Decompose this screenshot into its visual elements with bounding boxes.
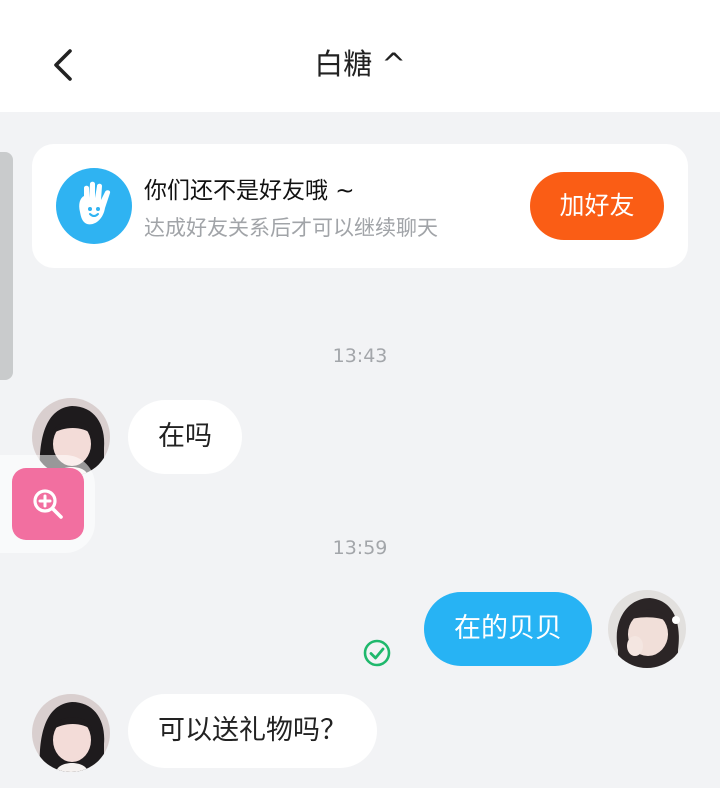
chat-title[interactable]: 白糖 ^ [0,44,720,84]
my-avatar[interactable] [608,590,686,668]
zoom-button[interactable] [12,468,84,540]
read-check-icon [363,639,391,667]
zoom-in-icon [33,489,63,519]
hand-wave-icon [56,168,132,244]
timestamp: 13:43 [332,345,388,367]
outgoing-message-bubble[interactable]: 在的贝贝 [424,592,592,666]
contact-avatar[interactable] [32,694,110,772]
friend-prompt-subtitle: 达成好友关系后才可以继续聊天 [144,216,438,240]
incoming-message-bubble[interactable]: 可以送礼物吗？ [128,694,377,768]
friend-request-card: 你们还不是好友哦 ~ 达成好友关系后才可以继续聊天 加好友 [32,144,688,268]
chat-header: 白糖 ^ [0,0,720,112]
timestamp: 13:59 [332,537,388,559]
friend-prompt-title: 你们还不是好友哦 ~ [144,178,355,204]
incoming-message-bubble[interactable]: 在吗 [128,400,242,474]
avatar-photo [608,590,686,668]
add-friend-button[interactable]: 加好友 [530,172,664,240]
avatar-photo [32,694,110,772]
